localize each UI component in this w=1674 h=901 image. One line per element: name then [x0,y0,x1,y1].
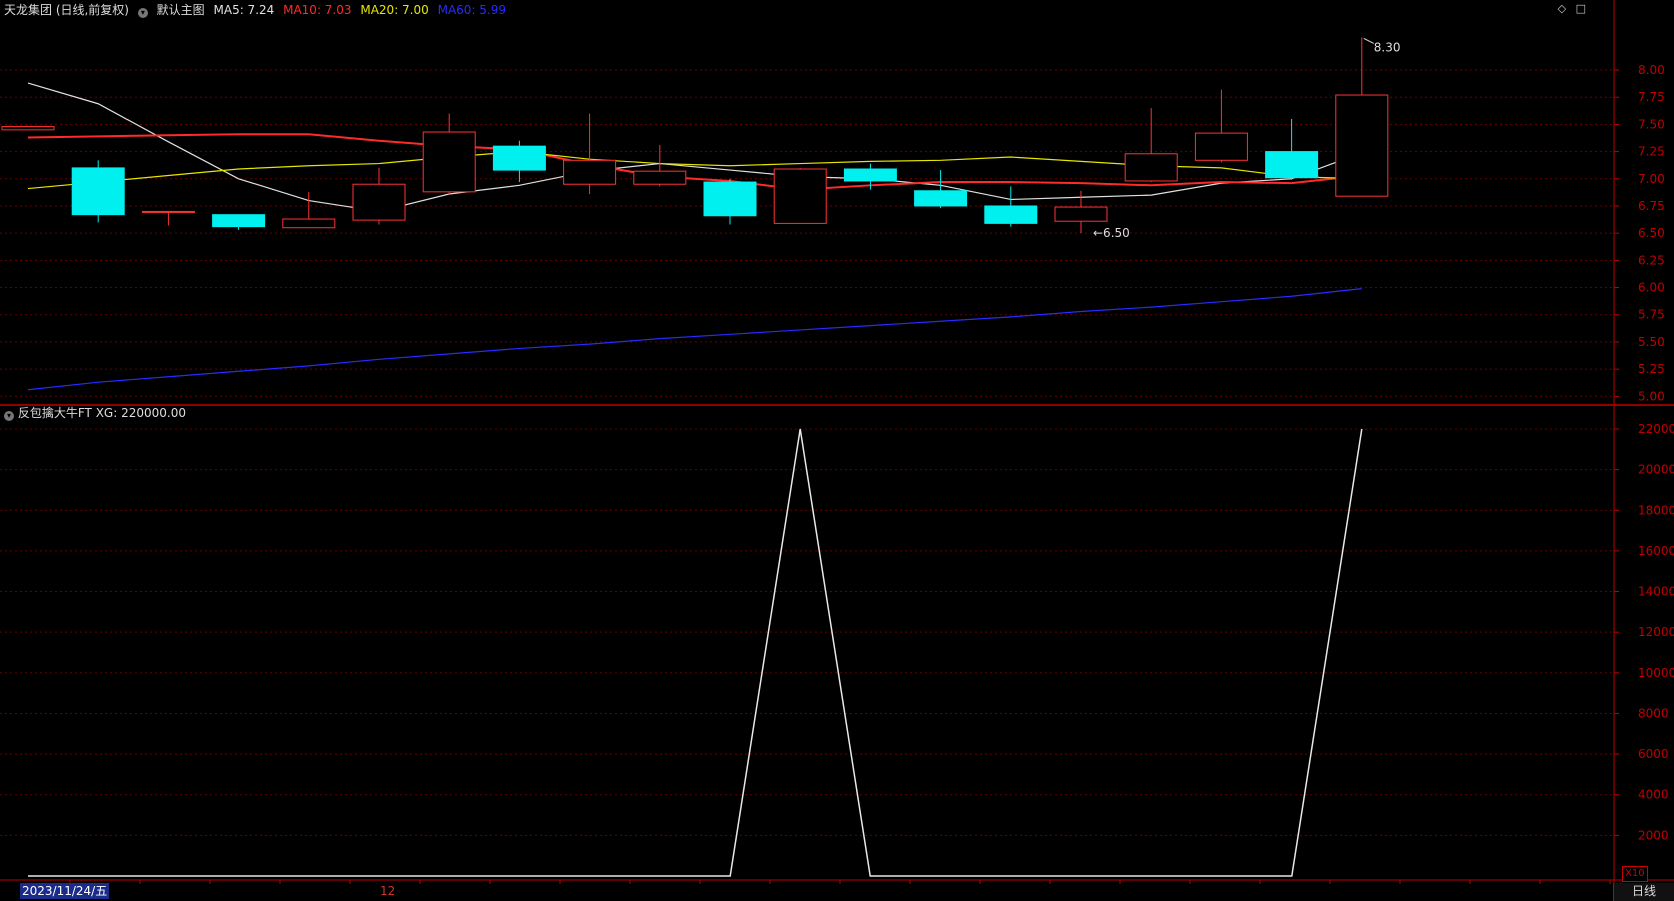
indicator-dropdown-icon[interactable]: ▾ [4,411,14,421]
period-button[interactable]: 日线 [1613,883,1674,901]
current-date: 2023/11/24/五 [20,883,110,899]
moving-average-lines [27,82,1363,391]
candle-up[interactable] [1194,132,1248,161]
candle-up[interactable] [1054,206,1108,222]
indicator-name[interactable]: 反包擒大牛FT [18,406,92,420]
ma60-line [27,288,1362,391]
price-annotation: ←6.50 [1093,226,1130,240]
candle-up[interactable] [773,168,827,224]
candle-down[interactable] [914,190,968,207]
price-tick-label: 7.75 [1638,90,1665,104]
diamond-icon[interactable]: ◇ [1558,2,1566,15]
template-name[interactable]: 默认主图 [157,3,205,17]
indicator-tick-label: 2000 [1638,828,1669,842]
candle-up[interactable] [282,218,336,229]
indicator-line [28,428,1363,877]
price-annotation: 8.30 [1374,40,1401,54]
chart-canvas[interactable]: 8.30 ←6.50 8.00 7.75 7.50 7.25 7.00 6.75 6.50 6.… [0,0,1674,901]
indicator-tick-label: 12000 [1638,625,1674,639]
indicator-tick-label: 6000 [1638,747,1669,761]
indicator-tick-label: 8000 [1638,706,1669,720]
main-chart-header: 天龙集团 (日线,前复权) ▾ 默认主图 MA5: 7.24 MA10: 7.0… [4,2,511,18]
candle-down[interactable] [843,168,897,182]
candle-up[interactable] [1124,153,1178,182]
candle-down[interactable] [984,205,1038,224]
price-tick-label: 5.25 [1638,362,1665,376]
template-dropdown-icon[interactable]: ▾ [137,8,148,18]
price-tick-label: 5.75 [1638,308,1665,322]
indicator-grid [0,428,1614,836]
candle-down[interactable] [71,167,125,216]
indicator-header: ▾ 反包擒大牛FT XG: 220000.00 [4,405,186,421]
price-tick-label: 5.00 [1638,389,1665,403]
indicator-value: XG: 220000.00 [95,406,186,420]
price-tick-label: 5.50 [1638,335,1665,349]
price-tick-label: 7.00 [1638,172,1665,186]
indicator-tick-label: 14000 [1638,585,1674,599]
price-tick-label: 7.25 [1638,145,1665,159]
ma5-label: MA5: 7.24 [213,3,275,17]
candle-down[interactable] [1265,151,1319,179]
xg-line [28,428,1363,877]
candle-up[interactable] [1335,94,1389,197]
price-tick-label: 7.50 [1638,117,1665,131]
month-label: 12 [380,884,396,898]
candle-up[interactable] [563,159,617,185]
candle-up[interactable] [141,210,195,213]
indicator-tick-label: 20000 [1638,463,1674,477]
ma5-line [27,82,1363,213]
ma10-label: MA10: 7.03 [283,3,352,17]
ma60-label: MA60: 5.99 [437,3,507,17]
annotation-arrow [1363,37,1375,44]
price-tick-label: 6.75 [1638,199,1665,213]
indicator-tick-label: 10000 [1638,666,1674,680]
restore-icon[interactable]: □ [1576,2,1586,15]
indicator-tick-label: 4000 [1638,788,1669,802]
candle-up[interactable] [633,170,687,185]
candle-up[interactable] [422,131,476,193]
price-tick-label: 8.00 [1638,63,1665,77]
candle-down[interactable] [703,181,757,217]
indicator-tick-label: 16000 [1638,544,1674,558]
ma20-label: MA20: 7.00 [360,3,429,17]
candle-up[interactable] [1,126,55,131]
indicator-tick-label: 22000 [1638,422,1674,436]
price-tick-label: 6.00 [1638,281,1665,295]
candle-up[interactable] [352,183,406,221]
stock-title[interactable]: 天龙集团 (日线,前复权) [4,3,129,17]
indicator-tick-label: 18000 [1638,503,1674,517]
multiplier-badge: X10 [1622,866,1648,882]
price-tick-label: 6.25 [1638,253,1665,267]
candle-down[interactable] [212,214,266,228]
candle-down[interactable] [492,145,546,171]
window-controls: ◇ □ [1552,2,1586,15]
price-tick-label: 6.50 [1638,226,1665,240]
